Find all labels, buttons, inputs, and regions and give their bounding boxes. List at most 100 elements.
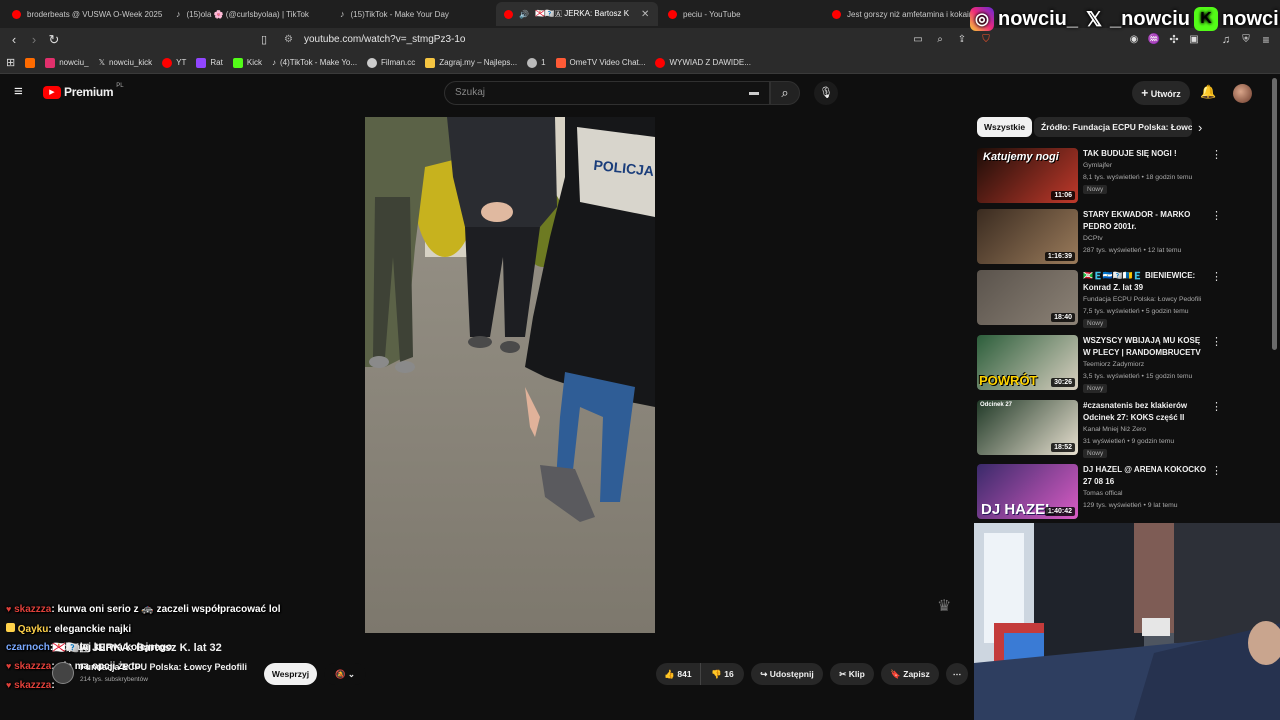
video-thumbnail[interactable]: Katujemy nogi 11:06 — [977, 148, 1078, 203]
apps-grid-icon[interactable]: ⊞ — [6, 56, 15, 69]
sidebar-icon[interactable]: ▣ — [1186, 32, 1202, 48]
avatar[interactable] — [1233, 84, 1252, 103]
brave-shield-icon[interactable]: ⛉ — [978, 32, 994, 48]
reload-icon[interactable]: ↻ — [46, 32, 62, 48]
video-title[interactable]: STARY EKWADOR - MARKO PEDRO 2001r. — [1083, 209, 1208, 233]
dislike-button[interactable]: 👎 16 — [700, 663, 744, 685]
thumbnail-text: POWRÓT — [979, 373, 1038, 388]
more-options-icon[interactable]: ⋮ — [1211, 148, 1222, 161]
bookmark-item[interactable]: 1 — [527, 57, 546, 68]
search-button[interactable]: ⌕ — [770, 81, 800, 105]
browser-tab[interactable]: ♪ (15)TikTok - Make Your Day — [332, 2, 494, 26]
keyboard-icon[interactable]: ▬ — [749, 82, 759, 104]
video-thumbnail[interactable]: DJ HAZEL 1:40:42 — [977, 464, 1078, 519]
chat-message: ♥ skazzza: kurwa oni serio z 🚓 zaczeli w… — [6, 604, 281, 615]
channel-name[interactable]: Teemiorz Zadymiorz — [1083, 361, 1144, 368]
bookmark-item[interactable]: 𝕏nowciu_kick — [99, 58, 153, 67]
more-options-icon[interactable]: ⋮ — [1211, 464, 1222, 477]
translate-icon[interactable]: ♒ — [1146, 32, 1162, 48]
search-input[interactable]: Szukaj ▬ — [444, 81, 770, 105]
browser-tab[interactable]: broderbeats @ VUSWA O-Week 2025 — [4, 2, 164, 26]
recommendation-item[interactable]: 1:16:39 STARY EKWADOR - MARKO PEDRO 2001… — [977, 209, 1227, 267]
close-icon[interactable]: ✕ — [641, 9, 649, 20]
bookmark-label: (4)TikTok - Make Yo... — [279, 58, 358, 67]
recommendation-item[interactable]: DJ HAZEL 1:40:42 DJ HAZEL @ ARENA KOKOCK… — [977, 464, 1227, 522]
video-title[interactable]: #czasnatenis bez klakierów Odcinek 27: K… — [1083, 400, 1208, 424]
music-icon[interactable]: ♫ — [1218, 32, 1234, 48]
channel-avatar[interactable] — [52, 662, 74, 684]
video-title[interactable]: 🇧🇮🇪🇳🇮🇪🇼🇮🇨🇪 BIENIEWICE: Konrad Z. lat 39 — [1083, 270, 1208, 294]
video-title[interactable]: WSZYSCY WBIJAJĄ MU KOSĘ W PLECY | RANDOM… — [1083, 335, 1208, 359]
more-options-icon[interactable]: ⋮ — [1211, 209, 1222, 222]
recommendation-item[interactable]: POWRÓT 30:26 WSZYSCY WBIJAJĄ MU KOSĘ W P… — [977, 335, 1227, 393]
kick-handle: nowciu — [1222, 7, 1280, 30]
video-thumbnail[interactable]: 1:16:39 — [977, 209, 1078, 264]
page-scrollbar[interactable] — [1272, 78, 1277, 350]
more-options-icon[interactable]: ⋮ — [1211, 270, 1222, 283]
video-title[interactable]: TAK BUDUJE SIĘ NOGI ! — [1083, 148, 1208, 160]
like-button[interactable]: 👍 841 — [656, 663, 700, 685]
more-options-icon[interactable]: ⋮ — [1211, 335, 1222, 348]
more-horizontal-icon: ⋯ — [952, 669, 962, 679]
browser-tab-active[interactable]: 🔊 🇯🇪🇷🇰🇦 JERKA: Bartosz K ✕ — [496, 2, 658, 26]
bell-icon[interactable]: 🔔 — [1200, 84, 1216, 100]
zoom-icon[interactable]: ⌕ — [932, 32, 948, 48]
notifications-dropdown[interactable]: 🔕 ⌄ — [324, 663, 366, 685]
channel-name[interactable]: DCPtv — [1083, 235, 1103, 242]
channel-name-main[interactable]: Fundacja ECPU Polska: Łowcy Pedofili — [80, 662, 247, 672]
browser-tab[interactable]: peciu - YouTube — [660, 2, 822, 26]
share-icon[interactable]: ⇪ — [954, 32, 970, 48]
save-button[interactable]: 🔖 Zapisz — [881, 663, 939, 685]
more-actions-button[interactable]: ⋯ — [946, 663, 968, 685]
bookmark-item[interactable]: ♪ (4)TikTok - Make Yo... — [272, 58, 357, 67]
bookmark-item[interactable]: Kick — [232, 57, 262, 68]
filter-chip-all[interactable]: Wszystkie — [977, 117, 1033, 137]
recommendation-item[interactable]: 18:40 🇧🇮🇪🇳🇮🇪🇼🇮🇨🇪 BIENIEWICE: Konrad Z. l… — [977, 270, 1227, 328]
bookmark-item[interactable]: nowciu_ — [45, 57, 89, 68]
video-thumbnail[interactable]: Odcinek 27 18:52 — [977, 400, 1078, 455]
more-options-icon[interactable]: ⋮ — [1211, 400, 1222, 413]
bookmark-item[interactable]: OmeTV Video Chat... — [555, 57, 645, 68]
hamburger-menu-icon[interactable]: ≡ — [14, 84, 23, 100]
channel-name[interactable]: Gymlajfer — [1083, 162, 1112, 169]
share-button[interactable]: ↪ Udostępnij — [751, 663, 823, 685]
video-title[interactable]: DJ HAZEL @ ARENA KOKOCKO 27 08 16 — [1083, 464, 1208, 488]
video-player[interactable]: POLICJA — [365, 117, 655, 633]
channel-name[interactable]: Tomas offical — [1083, 490, 1123, 497]
extensions-puzzle-icon[interactable]: ✣ — [1166, 32, 1182, 48]
forward-icon[interactable]: › — [26, 32, 42, 48]
menu-icon[interactable]: ≡ — [1258, 32, 1274, 48]
site-info-icon[interactable]: ⚙ — [284, 31, 293, 49]
cast-icon[interactable]: ▭ — [910, 32, 926, 48]
youtube-logo[interactable]: ▶ Premium PL — [43, 83, 124, 99]
bookmark-icon[interactable]: ▯ — [256, 32, 272, 48]
bookmark-item[interactable]: WYWIAD Z DAWIDE... — [655, 57, 751, 68]
channel-name[interactable]: Fundacja ECPU Polska: Łowcy Pedofili — [1083, 296, 1201, 303]
recommendation-item[interactable]: Odcinek 27 18:52 #czasnatenis bez klakie… — [977, 400, 1227, 458]
bookmark-item[interactable]: Rat — [196, 57, 223, 68]
speaker-icon[interactable]: 🔊 — [519, 10, 529, 19]
address-bar[interactable]: ⚙ youtube.com/watch?v=_stmgPz3-1o — [280, 31, 1000, 49]
filter-chip-source[interactable]: Źródło: Fundacja ECPU Polska: Łowcy Pedo… — [1034, 117, 1192, 137]
vpn-icon[interactable]: ⛨ — [1238, 32, 1254, 48]
bookmark-item[interactable] — [25, 57, 36, 68]
create-button[interactable]: + Utwórz — [1132, 81, 1190, 105]
channel-watermark-icon[interactable]: ♛ — [937, 596, 951, 616]
extension-icon[interactable]: ◉ — [1126, 32, 1142, 48]
bookmark-item[interactable]: YT — [162, 57, 186, 68]
bookmark-item[interactable]: Filman.cc — [367, 57, 415, 68]
video-thumbnail[interactable]: POWRÓT 30:26 — [977, 335, 1078, 390]
support-button[interactable]: Wesprzyj — [264, 663, 317, 685]
browser-tab[interactable]: ♪ (15)ola 🌸 (@curlsbyolaa) | TikTok — [168, 2, 330, 26]
clip-button[interactable]: ✂ Klip — [830, 663, 874, 685]
search-placeholder: Szukaj — [455, 87, 486, 98]
recommendation-item[interactable]: Katujemy nogi 11:06 TAK BUDUJE SIĘ NOGI … — [977, 148, 1227, 206]
browser-tab[interactable]: Jest gorszy niż amfetamina i kokaina — [824, 2, 974, 26]
video-thumbnail[interactable]: 18:40 — [977, 270, 1078, 325]
chevron-right-icon[interactable]: › — [1198, 120, 1202, 135]
back-icon[interactable]: ‹ — [6, 32, 22, 48]
voice-search-button[interactable]: 🎙 — [814, 81, 838, 105]
stream-socials-overlay: ◎ nowciu_ 𝕏 _nowciu K nowciu — [970, 4, 1280, 34]
bookmark-item[interactable]: Zagraj.my – Najleps... — [425, 57, 517, 68]
channel-name[interactable]: Kanał Mniej Niż Zero — [1083, 426, 1146, 433]
